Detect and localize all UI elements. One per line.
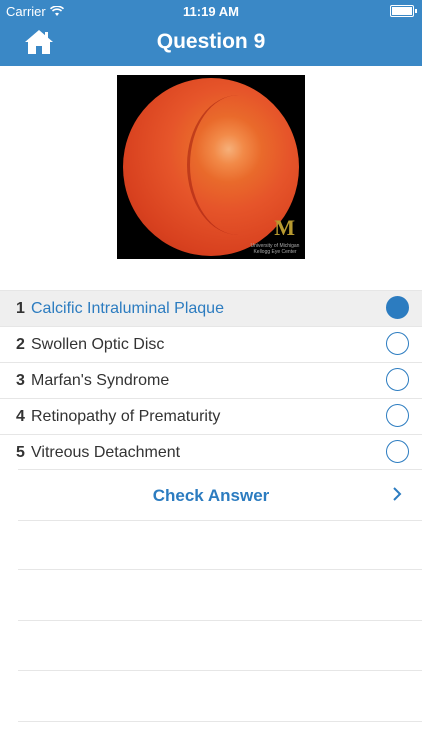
status-bar: Carrier 11:19 AM: [0, 0, 422, 22]
option-5[interactable]: 5 Vitreous Detachment: [0, 434, 422, 470]
university-logo: M: [274, 215, 295, 240]
option-label: Calcific Intraluminal Plaque: [31, 300, 224, 317]
battery-icon: [390, 5, 417, 17]
chevron-right-icon: [393, 487, 402, 501]
divider: [18, 620, 422, 621]
logo-caption: University of Michigan Kellogg Eye Cente…: [250, 243, 300, 255]
divider: [18, 670, 422, 671]
radio-unselected[interactable]: [386, 440, 409, 463]
answer-options: 1 Calcific Intraluminal Plaque 2 Swollen…: [0, 290, 422, 470]
option-label: Swollen Optic Disc: [31, 336, 165, 353]
radio-unselected[interactable]: [386, 404, 409, 427]
divider: [18, 569, 422, 570]
page-title: Question 9: [156, 30, 266, 53]
option-label: Vitreous Detachment: [31, 444, 181, 461]
option-label: Marfan's Syndrome: [31, 372, 170, 389]
option-number: 2: [16, 336, 25, 353]
option-3[interactable]: 3 Marfan's Syndrome: [0, 362, 422, 398]
fundus-image: M University of Michigan Kellogg Eye Cen…: [117, 75, 305, 259]
option-number: 1: [16, 300, 25, 317]
option-label: Retinopathy of Prematurity: [31, 408, 221, 425]
divider: [18, 721, 422, 722]
option-1[interactable]: 1 Calcific Intraluminal Plaque: [0, 290, 422, 326]
status-time: 11:19 AM: [183, 4, 239, 19]
check-answer-label: Check Answer: [152, 486, 270, 505]
option-number: 5: [16, 444, 25, 461]
option-number: 4: [16, 408, 25, 425]
check-answer-button[interactable]: Check Answer: [18, 469, 422, 521]
option-2[interactable]: 2 Swollen Optic Disc: [0, 326, 422, 362]
radio-selected[interactable]: [386, 296, 409, 319]
radio-unselected[interactable]: [386, 368, 409, 391]
radio-unselected[interactable]: [386, 332, 409, 355]
option-4[interactable]: 4 Retinopathy of Prematurity: [0, 398, 422, 434]
nav-header: Carrier 11:19 AM Question 9: [0, 0, 422, 66]
retinal-vessel: [187, 95, 290, 235]
option-number: 3: [16, 372, 25, 389]
